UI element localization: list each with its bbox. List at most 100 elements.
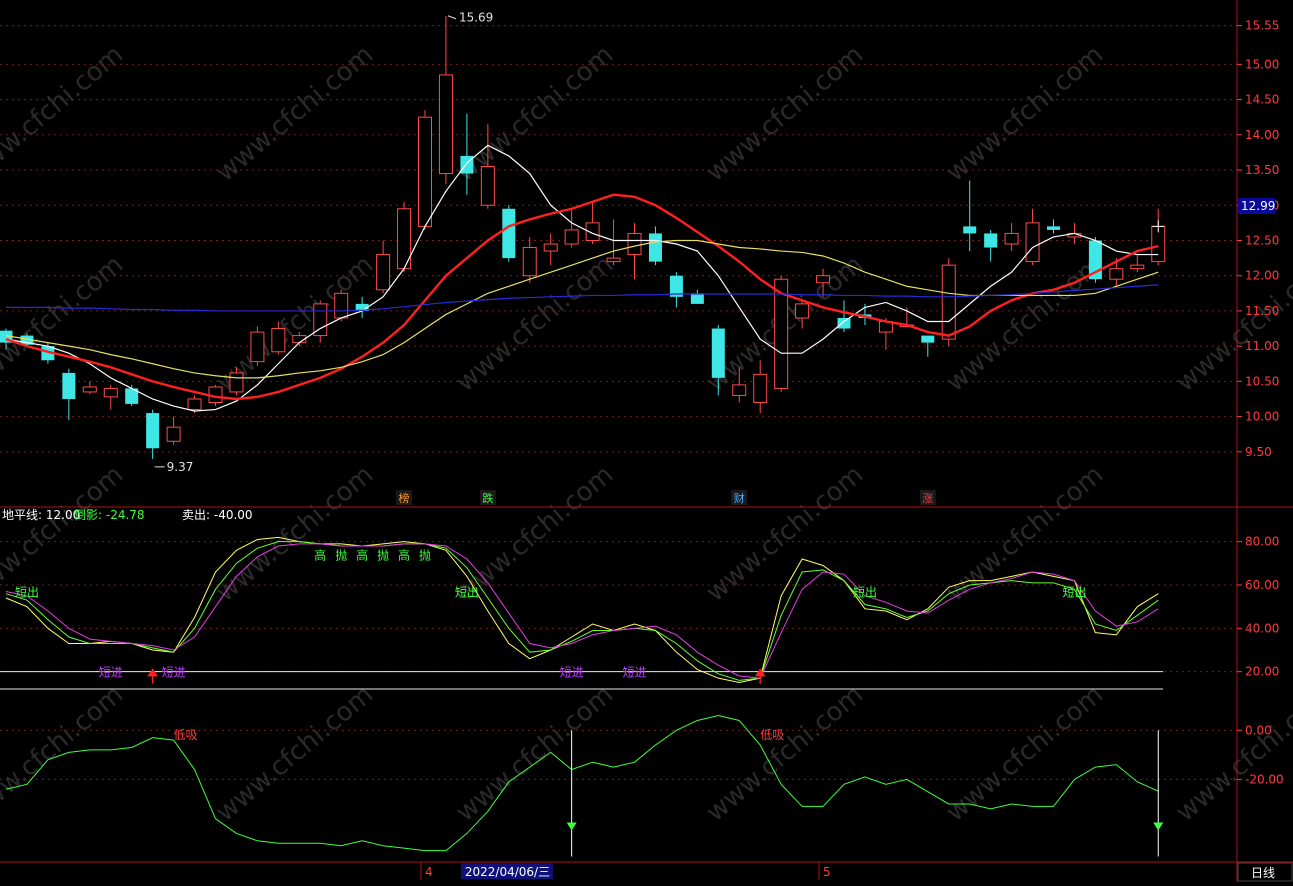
indicator-annotation: 短进 xyxy=(99,666,123,680)
indicator-annotation: 短出 xyxy=(853,586,877,600)
price-tick-label: 12.50 xyxy=(1245,233,1279,247)
high-price-label: 15.69 xyxy=(459,11,493,25)
price-tick-label: 11.00 xyxy=(1245,339,1279,353)
watermark-text: www.cfchi.com xyxy=(211,680,380,828)
candle-body-up[interactable] xyxy=(1025,222,1040,263)
osc-tick-label: -20.00 xyxy=(1245,772,1284,786)
candle-body-down[interactable] xyxy=(690,293,704,304)
candle-body-up[interactable] xyxy=(376,254,391,291)
candle-body-down[interactable] xyxy=(146,413,160,449)
x-axis-label: 5 xyxy=(823,865,831,879)
indicator-legend-item: 卖出: -40.00 xyxy=(182,508,253,522)
candle-body-up[interactable] xyxy=(418,116,432,227)
candle-body-up[interactable] xyxy=(271,328,286,353)
price-tick-label: 10.00 xyxy=(1245,410,1279,424)
stock-chart[interactable]: www.cfchi.com www.cfchi.com www.cfchi.com w… xyxy=(0,0,1293,882)
price-tick-label: 15.55 xyxy=(1245,19,1279,33)
event-badge-label: 榜 xyxy=(399,491,410,505)
current-price-label: 12.99 xyxy=(1241,199,1275,213)
candle-body-up[interactable] xyxy=(795,303,810,319)
watermark-text: www.cfchi.com xyxy=(941,250,1110,398)
price-tick-label: 15.00 xyxy=(1245,57,1279,71)
indicator-annotation: 短出 xyxy=(15,586,39,600)
candle-body-down[interactable] xyxy=(921,335,935,343)
watermark-text: www.cfchi.com xyxy=(701,40,870,188)
candle-body-up[interactable] xyxy=(543,243,558,252)
indicator-annotation: 抛 xyxy=(377,548,389,563)
candle-body-down[interactable] xyxy=(62,372,76,399)
price-tick-label: 11.50 xyxy=(1245,304,1279,318)
indicator-annotation: 抛 xyxy=(419,548,431,563)
candle-body-up[interactable] xyxy=(732,384,747,396)
sell-arrow-icon xyxy=(566,822,577,831)
watermark-text: www.cfchi.com xyxy=(451,680,620,828)
candle-body-up[interactable] xyxy=(753,373,768,404)
price-tick-label: 12.00 xyxy=(1245,269,1279,283)
watermark-text: www.cfchi.com xyxy=(211,460,380,608)
candle-body-up[interactable] xyxy=(103,387,118,398)
period-label: 日线 xyxy=(1251,866,1275,880)
indicator-panel[interactable]: 地平线: 12.00倒影: -24.78 卖出: -40.00短出短进 短进高抛高抛… xyxy=(0,508,1163,690)
candle-body-down[interactable] xyxy=(837,317,851,329)
indicator-annotation: 短进 xyxy=(560,666,584,680)
candle-body-up[interactable] xyxy=(480,166,495,206)
candle-body-up[interactable] xyxy=(522,247,537,277)
indicator-legend-item: 倒影: -24.78 xyxy=(74,508,145,522)
watermark-text: www.cfchi.com xyxy=(701,460,870,608)
candle-body-down[interactable] xyxy=(1047,226,1060,230)
indicator-legend-item: 地平线: 12.00 xyxy=(2,508,80,522)
candle-body-up[interactable] xyxy=(313,303,328,337)
watermark-text: www.cfchi.com xyxy=(701,680,870,828)
indicator-annotation: 短进 xyxy=(622,666,646,680)
candle-body-up[interactable] xyxy=(334,292,349,319)
watermark-text: www.cfchi.com xyxy=(941,40,1110,188)
candle-body-up[interactable] xyxy=(816,275,831,284)
x-axis-label: 4 xyxy=(425,865,433,879)
indicator-tick-label: 80.00 xyxy=(1245,535,1279,549)
price-tick-label: 9.50 xyxy=(1245,445,1272,459)
osc-annotation: 低吸 xyxy=(760,728,784,742)
watermark-text: www.cfchi.com xyxy=(0,40,129,188)
watermark-text: www.cfchi.com xyxy=(451,40,620,188)
candle-body-up[interactable] xyxy=(250,331,265,363)
candle-body-up[interactable] xyxy=(564,229,579,245)
candle-body-up[interactable] xyxy=(82,386,97,393)
x-axis-date-label: 2022/04/06/三 xyxy=(465,865,550,879)
indicator-tick-label: 40.00 xyxy=(1245,621,1279,635)
candle-body-up[interactable] xyxy=(1130,264,1145,270)
candle-body-down[interactable] xyxy=(648,233,662,262)
watermark-text: www.cfchi.com xyxy=(211,40,380,188)
candle-body-up[interactable] xyxy=(627,232,642,256)
candle-body-down[interactable] xyxy=(984,233,998,248)
watermark-text: www.cfchi.com xyxy=(1171,680,1293,828)
price-tick-label: 13.50 xyxy=(1245,163,1279,177)
indicator-annotation: 高 xyxy=(356,548,368,563)
indicator-annotation: 高 xyxy=(398,548,410,563)
candle-body-up[interactable] xyxy=(941,264,956,340)
candle-body-up[interactable] xyxy=(438,74,453,175)
high-pointer xyxy=(447,15,457,20)
osc-tick-label: 0.00 xyxy=(1245,723,1272,737)
price-tick-label: 14.50 xyxy=(1245,93,1279,107)
candle-body-up[interactable] xyxy=(187,398,202,411)
event-badge-label: 财 xyxy=(734,491,745,505)
candle-body-down[interactable] xyxy=(711,328,725,378)
candle-body-down[interactable] xyxy=(963,226,977,234)
candle-body-down[interactable] xyxy=(502,208,516,259)
chart-svg[interactable]: www.cfchi.com www.cfchi.com www.cfchi.com w… xyxy=(0,0,1293,882)
candle-body-up[interactable] xyxy=(166,426,181,442)
candle-body-up[interactable] xyxy=(229,372,244,393)
price-tick-label: 10.50 xyxy=(1245,374,1279,388)
event-badge-label: 涨 xyxy=(922,492,933,505)
indicator-annotation: 短进 xyxy=(162,666,186,680)
indicator-annotation: 抛 xyxy=(335,548,347,563)
low-price-label: 9.37 xyxy=(167,460,194,474)
event-badge-label: 跌 xyxy=(482,491,493,505)
watermark-layer: www.cfchi.com www.cfchi.com www.cfchi.com w… xyxy=(0,40,1293,828)
indicator-annotation: 短出 xyxy=(455,586,479,600)
candle-body-up[interactable] xyxy=(606,257,621,263)
price-tick-label: 14.00 xyxy=(1245,128,1279,142)
candle-body-up[interactable] xyxy=(1109,268,1124,280)
indicator-annotation: 短出 xyxy=(1062,586,1086,600)
candle-body-up[interactable] xyxy=(1004,232,1019,245)
